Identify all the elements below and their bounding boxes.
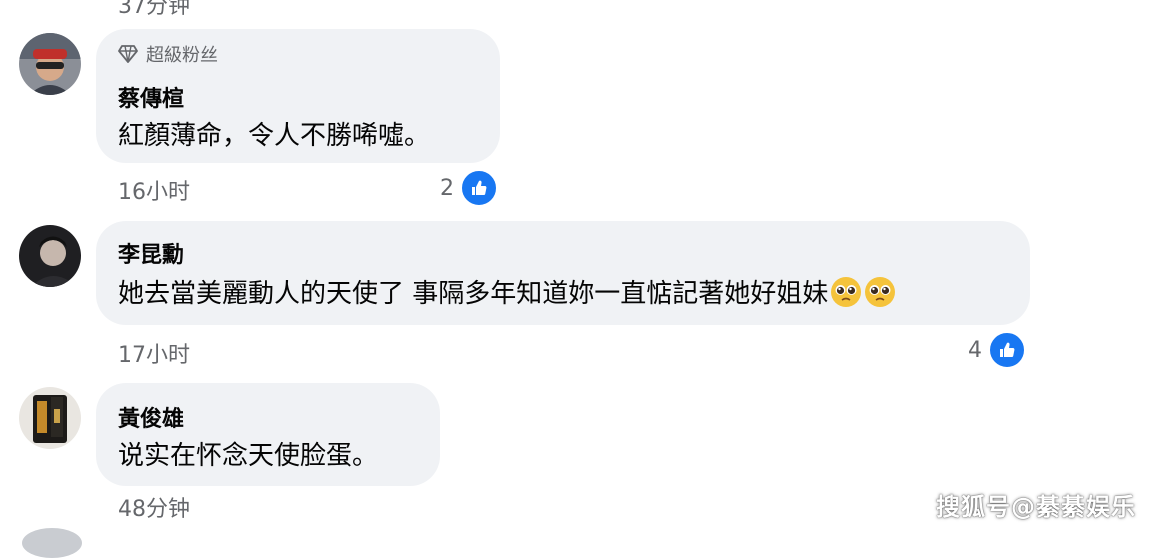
badge-label: 超級粉丝 xyxy=(146,45,218,66)
reaction-summary[interactable]: 4 xyxy=(968,331,1026,369)
comment-text: 紅顏薄命，令人不勝唏噓。 xyxy=(118,121,431,151)
author-name[interactable]: 蔡傳楦 xyxy=(118,81,184,113)
reaction-summary[interactable]: 2 xyxy=(440,169,498,207)
pleading-face-icon xyxy=(865,276,896,307)
comment-time[interactable]: 48分钟 xyxy=(118,491,190,523)
thumbs-up-icon xyxy=(460,169,498,207)
comment-bubble: 超級粉丝 蔡傳楦 紅顏薄命，令人不勝唏噓。 xyxy=(96,29,500,163)
comment-text: 说实在怀念天使脸蛋。 xyxy=(118,441,379,471)
like-count: 2 xyxy=(440,175,454,201)
top-fan-badge: 超級粉丝 xyxy=(118,41,218,67)
comment-time[interactable]: 16小时 xyxy=(118,174,190,206)
author-name[interactable]: 李昆勳 xyxy=(118,237,184,269)
comment-bubble: 李昆勳 她去當美麗動人的天使了 事隔多年知道妳一直惦記著她好姐妹 xyxy=(96,221,1030,325)
avatar[interactable] xyxy=(19,33,81,95)
thumbs-up-icon xyxy=(988,331,1026,369)
like-count: 4 xyxy=(968,337,982,363)
comment-time[interactable]: 17小时 xyxy=(118,337,190,369)
avatar[interactable] xyxy=(22,528,82,558)
diamond-icon xyxy=(118,45,138,63)
pleading-face-icon xyxy=(831,276,862,307)
avatar[interactable] xyxy=(19,225,81,287)
comment-text-row: 她去當美麗動人的天使了 事隔多年知道妳一直惦記著她好姐妹 xyxy=(118,273,896,310)
comment-bubble: 黃俊雄 说实在怀念天使脸蛋。 xyxy=(96,383,440,486)
avatar[interactable] xyxy=(19,387,81,449)
previous-comment-time: 37分钟 xyxy=(118,0,190,19)
author-name[interactable]: 黃俊雄 xyxy=(118,401,184,433)
watermark: 搜狐号@綦綦娱乐 xyxy=(936,493,1136,521)
comment-text: 她去當美麗動人的天使了 事隔多年知道妳一直惦記著她好姐妹 xyxy=(118,279,829,309)
